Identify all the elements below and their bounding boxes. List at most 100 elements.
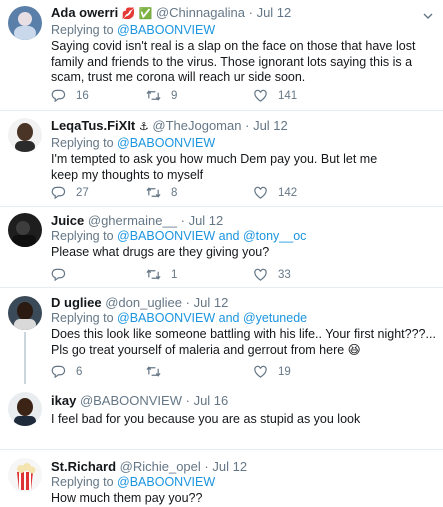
tweet-header: ikay @BABOONVIEW · Jul 16: [51, 393, 437, 408]
action-bar: 16 9 141: [0, 88, 443, 104]
replying-to-label: Replying to: [51, 136, 114, 150]
retweet-action[interactable]: 9: [146, 88, 177, 103]
timestamp[interactable]: Jul 12: [194, 295, 229, 310]
timestamp[interactable]: Jul 16: [194, 393, 229, 408]
like-action[interactable]: 19: [253, 364, 291, 379]
replying-to-label: Replying to: [51, 311, 114, 325]
mention-link[interactable]: @BABOONVIEW: [117, 475, 215, 489]
avatar[interactable]: [8, 296, 42, 330]
tweet-header: Juice @ghermaine__ · Jul 12: [51, 213, 437, 228]
mention-link[interactable]: @BABOONVIEW: [117, 23, 215, 37]
tweet-header: LeqaTus.FiXIt ⚓ @TheJogoman · Jul 12: [51, 118, 437, 135]
separator-dot: ·: [185, 393, 190, 408]
like-icon: [254, 186, 267, 199]
tweet-body: D ugliee @don_ugliee · Jul 12 Replying t…: [51, 295, 437, 358]
display-name[interactable]: LeqaTus.FiXIt: [51, 118, 135, 133]
display-name[interactable]: Ada owerri: [51, 5, 118, 20]
user-handle[interactable]: @BABOONVIEW: [80, 393, 182, 408]
tweet[interactable]: Juice @ghermaine__ · Jul 12 Replying to …: [0, 207, 443, 288]
display-name[interactable]: St.Richard: [51, 459, 116, 474]
display-name[interactable]: Juice: [51, 213, 84, 228]
reply-action[interactable]: 27: [51, 185, 89, 200]
tweet-header: D ugliee @don_ugliee · Jul 12: [51, 295, 437, 310]
timestamp[interactable]: Jul 12: [189, 213, 224, 228]
replying-to: Replying to @BABOONVIEW: [51, 136, 437, 151]
tweet-text: I'm tempted to ask you how much Dem pay …: [51, 152, 378, 182]
retweet-count: 9: [171, 89, 178, 102]
timestamp[interactable]: Jul 12: [212, 459, 247, 474]
avatar[interactable]: [8, 118, 42, 152]
reply-action[interactable]: 6: [51, 364, 82, 379]
mention-link[interactable]: @tony__oc: [243, 229, 306, 243]
replying-to-label: Replying to: [51, 229, 114, 243]
retweet-icon: [146, 269, 161, 280]
reply-count: 16: [76, 89, 89, 102]
and-connector: and: [218, 229, 240, 243]
action-bar: 27 8 142: [0, 185, 443, 201]
user-handle[interactable]: @TheJogoman: [152, 118, 241, 133]
display-name[interactable]: ikay: [51, 393, 76, 408]
tweet[interactable]: ikay @BABOONVIEW · Jul 16 I feel bad for…: [0, 384, 443, 450]
mention-link[interactable]: @BABOONVIEW: [117, 229, 215, 243]
like-count: 33: [278, 268, 291, 281]
retweet-action[interactable]: 1: [146, 267, 177, 282]
user-handle[interactable]: @Richie_opel: [120, 459, 201, 474]
avatar[interactable]: [8, 6, 42, 40]
user-handle[interactable]: @don_ugliee: [105, 295, 182, 310]
reply-icon: [51, 268, 66, 282]
timestamp[interactable]: Jul 12: [257, 5, 292, 20]
separator-dot: ·: [248, 5, 253, 20]
tweet-text: I feel bad for you because you are as st…: [51, 412, 361, 426]
like-icon: [254, 89, 267, 102]
tweet-body: Ada owerri 💋 ✅ @Chinnagalina · Jul 12 Re…: [51, 5, 437, 86]
timestamp[interactable]: Jul 12: [253, 118, 288, 133]
like-count: 141: [278, 89, 298, 102]
reply-action[interactable]: 16: [51, 88, 89, 103]
display-name[interactable]: D ugliee: [51, 295, 102, 310]
like-action[interactable]: 141: [253, 88, 297, 103]
tweet[interactable]: D ugliee @don_ugliee · Jul 12 Replying t…: [0, 288, 443, 384]
retweet-count: 1: [171, 268, 178, 281]
tweet-header: Ada owerri 💋 ✅ @Chinnagalina · Jul 12: [51, 5, 437, 22]
tweet-text: Saying covid isn't real is a slap on the…: [51, 39, 416, 84]
tweet-body: ikay @BABOONVIEW · Jul 16 I feel bad for…: [51, 393, 437, 428]
avatar[interactable]: [8, 392, 42, 426]
like-count: 19: [278, 365, 291, 378]
retweet-icon: [146, 187, 161, 198]
like-action[interactable]: 142: [253, 185, 297, 200]
caret-down-icon[interactable]: [423, 12, 433, 20]
action-bar: 6 19: [0, 364, 443, 380]
mention-link[interactable]: @yetunede: [243, 311, 307, 325]
tweet-text: Does this look like someone battling wit…: [51, 327, 436, 357]
reply-count: 6: [76, 365, 83, 378]
like-action[interactable]: 33: [253, 267, 291, 282]
tweet[interactable]: Ada owerri 💋 ✅ @Chinnagalina · Jul 12 Re…: [0, 0, 443, 111]
tweet[interactable]: St.Richard @Richie_opel · Jul 12 Replyin…: [0, 450, 443, 505]
reply-icon: [51, 186, 66, 200]
retweet-icon: [146, 90, 161, 101]
avatar[interactable]: [8, 213, 42, 247]
tweet[interactable]: LeqaTus.FiXIt ⚓ @TheJogoman · Jul 12 Rep…: [0, 111, 443, 207]
avatar[interactable]: [8, 458, 42, 492]
user-handle[interactable]: @Chinnagalina: [156, 5, 245, 20]
tweet-text: How much them pay you??: [51, 491, 203, 505]
reply-action[interactable]: [51, 267, 76, 282]
replying-to-label: Replying to: [51, 23, 114, 37]
replying-to: Replying to @BABOONVIEW and @yetunede: [51, 311, 437, 326]
reply-count: 27: [76, 186, 89, 199]
retweet-action[interactable]: [146, 364, 171, 379]
mention-link[interactable]: @BABOONVIEW: [117, 136, 215, 150]
retweet-action[interactable]: 8: [146, 185, 177, 200]
mention-link[interactable]: @BABOONVIEW: [117, 311, 215, 325]
retweet-count: 8: [171, 186, 178, 199]
and-connector: and: [218, 311, 240, 325]
separator-dot: ·: [245, 118, 250, 133]
tweet-text: Please what drugs are they giving you?: [51, 245, 270, 259]
retweet-icon: [146, 366, 161, 377]
tweet-body: Juice @ghermaine__ · Jul 12 Replying to …: [51, 213, 437, 261]
anchor-emoji-badge: ⚓: [138, 121, 149, 133]
separator-dot: ·: [204, 459, 209, 474]
replying-to: Replying to @BABOONVIEW: [51, 23, 437, 38]
user-handle[interactable]: @ghermaine__: [88, 213, 177, 228]
separator-dot: ·: [180, 213, 185, 228]
